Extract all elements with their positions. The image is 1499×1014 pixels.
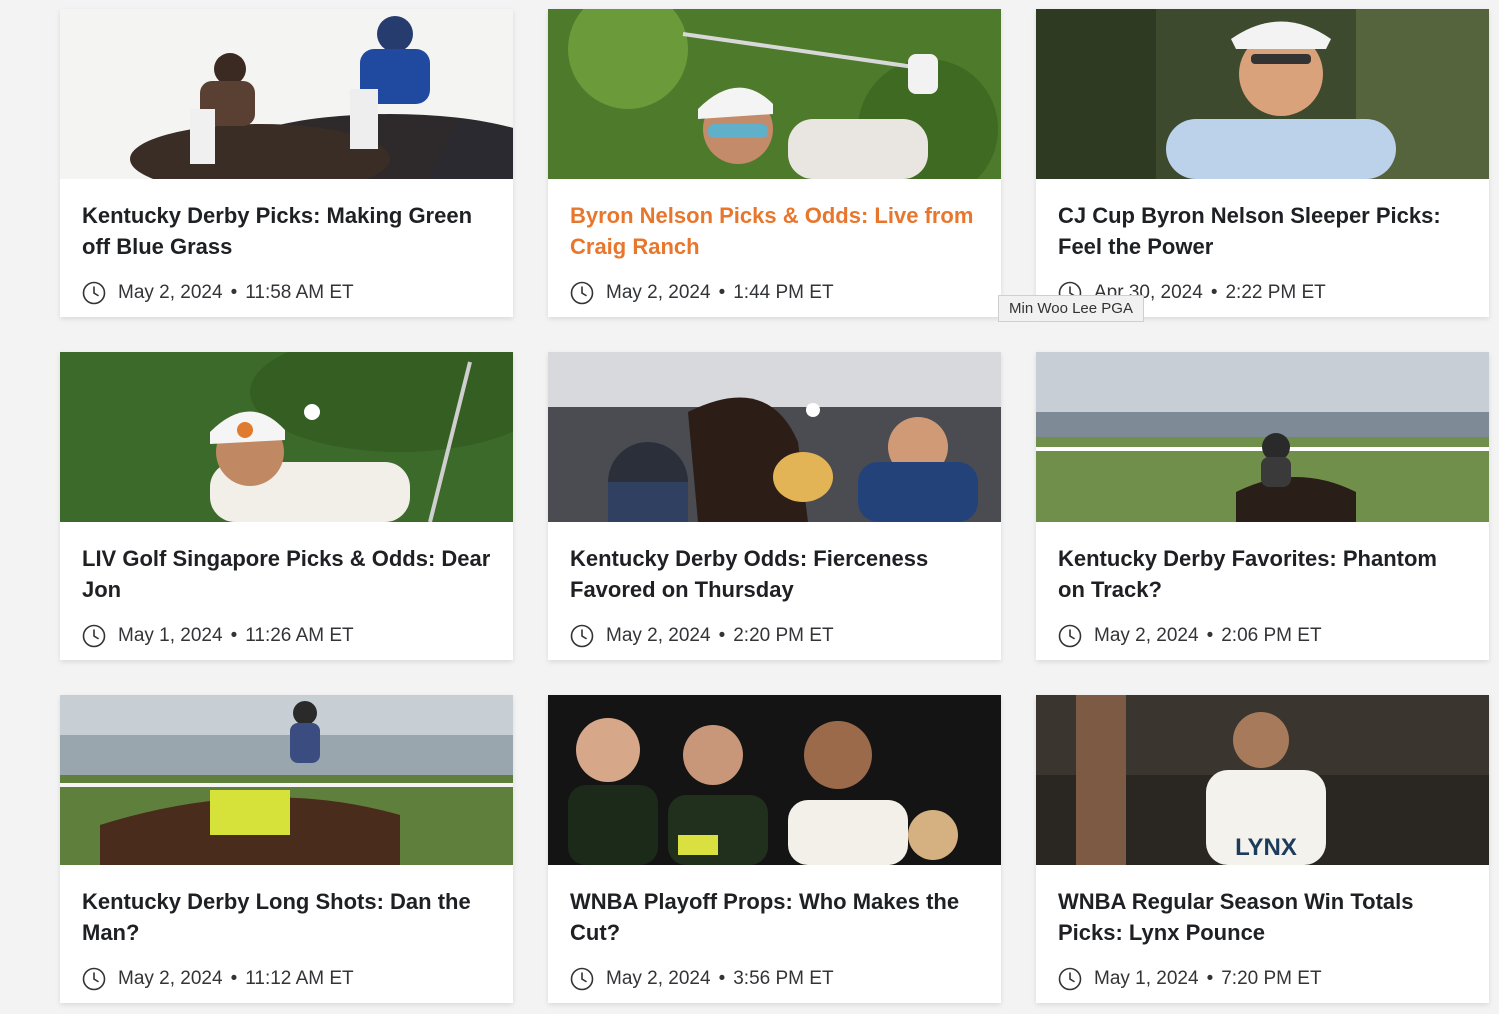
article-title[interactable]: CJ Cup Byron Nelson Sleeper Picks: Feel … — [1036, 179, 1489, 262]
article-meta: May 2, 2024 • 11:12 AM ET — [82, 967, 354, 991]
image-tooltip: Min Woo Lee PGA — [998, 295, 1144, 322]
article-card[interactable]: Kentucky Derby Picks: Making Green off B… — [60, 9, 513, 317]
horse-racing-photo — [60, 9, 513, 179]
meta-separator: • — [718, 625, 726, 646]
articles-grid: Kentucky Derby Picks: Making Green off B… — [60, 9, 1490, 1003]
article-card[interactable]: WNBA Playoff Props: Who Makes the Cut? M… — [548, 695, 1001, 1003]
article-meta: May 2, 2024 • 1:44 PM ET — [570, 281, 834, 305]
article-time: 7:20 PM ET — [1221, 968, 1322, 989]
article-title[interactable]: WNBA Regular Season Win Totals Picks: Ly… — [1036, 865, 1489, 948]
wnba-players-photo — [548, 695, 1001, 865]
article-title[interactable]: LIV Golf Singapore Picks & Odds: Dear Jo… — [60, 522, 513, 605]
article-meta: May 1, 2024 • 7:20 PM ET — [1058, 967, 1322, 991]
meta-separator: • — [1206, 968, 1214, 989]
meta-separator: • — [1206, 625, 1214, 646]
clock-icon — [570, 624, 594, 648]
clock-icon — [1058, 624, 1082, 648]
jersey-text: LYNX — [1235, 834, 1297, 861]
clock-icon — [1058, 967, 1082, 991]
article-thumbnail[interactable] — [60, 695, 513, 865]
article-thumbnail[interactable] — [60, 9, 513, 179]
meta-separator: • — [1210, 282, 1218, 303]
article-title[interactable]: Kentucky Derby Long Shots: Dan the Man? — [60, 865, 513, 948]
article-thumbnail[interactable]: LYNX — [1036, 695, 1489, 865]
article-time: 2:06 PM ET — [1221, 625, 1322, 646]
article-title[interactable]: Byron Nelson Picks & Odds: Live from Cra… — [548, 179, 1001, 262]
article-time: 11:26 AM ET — [245, 625, 354, 646]
article-time: 11:58 AM ET — [245, 282, 354, 303]
racetrack-photo — [1036, 352, 1489, 522]
article-card[interactable]: LYNX WNBA Regular Season Win Totals Pick… — [1036, 695, 1489, 1003]
article-card[interactable]: Byron Nelson Picks & Odds: Live from Cra… — [548, 9, 1001, 317]
article-date: May 2, 2024 — [118, 282, 223, 303]
clock-icon — [570, 967, 594, 991]
meta-separator: • — [718, 968, 726, 989]
article-meta: May 2, 2024 • 2:06 PM ET — [1058, 624, 1322, 648]
golfer-portrait-photo — [1036, 9, 1489, 179]
article-title[interactable]: WNBA Playoff Props: Who Makes the Cut? — [548, 865, 1001, 948]
article-title[interactable]: Kentucky Derby Odds: Fierceness Favored … — [548, 522, 1001, 605]
article-title[interactable]: Kentucky Derby Picks: Making Green off B… — [60, 179, 513, 262]
meta-separator: • — [230, 625, 238, 646]
article-thumbnail[interactable] — [548, 695, 1001, 865]
article-card[interactable]: Kentucky Derby Odds: Fierceness Favored … — [548, 352, 1001, 660]
meta-separator: • — [230, 282, 238, 303]
article-date: May 2, 2024 — [606, 282, 711, 303]
article-time: 3:56 PM ET — [733, 968, 834, 989]
article-time: 1:44 PM ET — [733, 282, 834, 303]
article-card[interactable]: LIV Golf Singapore Picks & Odds: Dear Jo… — [60, 352, 513, 660]
meta-separator: • — [230, 968, 238, 989]
article-card[interactable]: Kentucky Derby Favorites: Phantom on Tra… — [1036, 352, 1489, 660]
article-card[interactable]: Kentucky Derby Long Shots: Dan the Man? … — [60, 695, 513, 1003]
article-date: May 2, 2024 — [606, 968, 711, 989]
article-time: 2:22 PM ET — [1225, 282, 1326, 303]
article-date: May 2, 2024 — [118, 968, 223, 989]
article-time: 11:12 AM ET — [245, 968, 354, 989]
meta-separator: • — [718, 282, 726, 303]
horse-workout-photo — [60, 695, 513, 865]
golfer-bunker-photo — [60, 352, 513, 522]
article-title[interactable]: Kentucky Derby Favorites: Phantom on Tra… — [1036, 522, 1489, 605]
article-meta: May 1, 2024 • 11:26 AM ET — [82, 624, 354, 648]
horse-groom-photo — [548, 352, 1001, 522]
article-thumbnail[interactable] — [548, 9, 1001, 179]
article-date: May 1, 2024 — [1094, 968, 1199, 989]
article-thumbnail[interactable] — [60, 352, 513, 522]
clock-icon — [82, 281, 106, 305]
article-date: May 2, 2024 — [606, 625, 711, 646]
clock-icon — [82, 967, 106, 991]
article-date: May 1, 2024 — [118, 625, 223, 646]
article-meta: May 2, 2024 • 11:58 AM ET — [82, 281, 354, 305]
article-thumbnail[interactable] — [1036, 352, 1489, 522]
article-date: May 2, 2024 — [1094, 625, 1199, 646]
golfer-swing-photo — [548, 9, 1001, 179]
clock-icon — [570, 281, 594, 305]
clock-icon — [82, 624, 106, 648]
article-thumbnail[interactable] — [548, 352, 1001, 522]
article-time: 2:20 PM ET — [733, 625, 834, 646]
article-card[interactable]: Min Woo Lee PGA CJ Cup Byron Nelson Slee… — [998, 9, 1489, 322]
article-thumbnail[interactable] — [1036, 9, 1489, 179]
lynx-player-photo: LYNX — [1036, 695, 1489, 865]
article-meta: May 2, 2024 • 3:56 PM ET — [570, 967, 834, 991]
article-meta: May 2, 2024 • 2:20 PM ET — [570, 624, 834, 648]
